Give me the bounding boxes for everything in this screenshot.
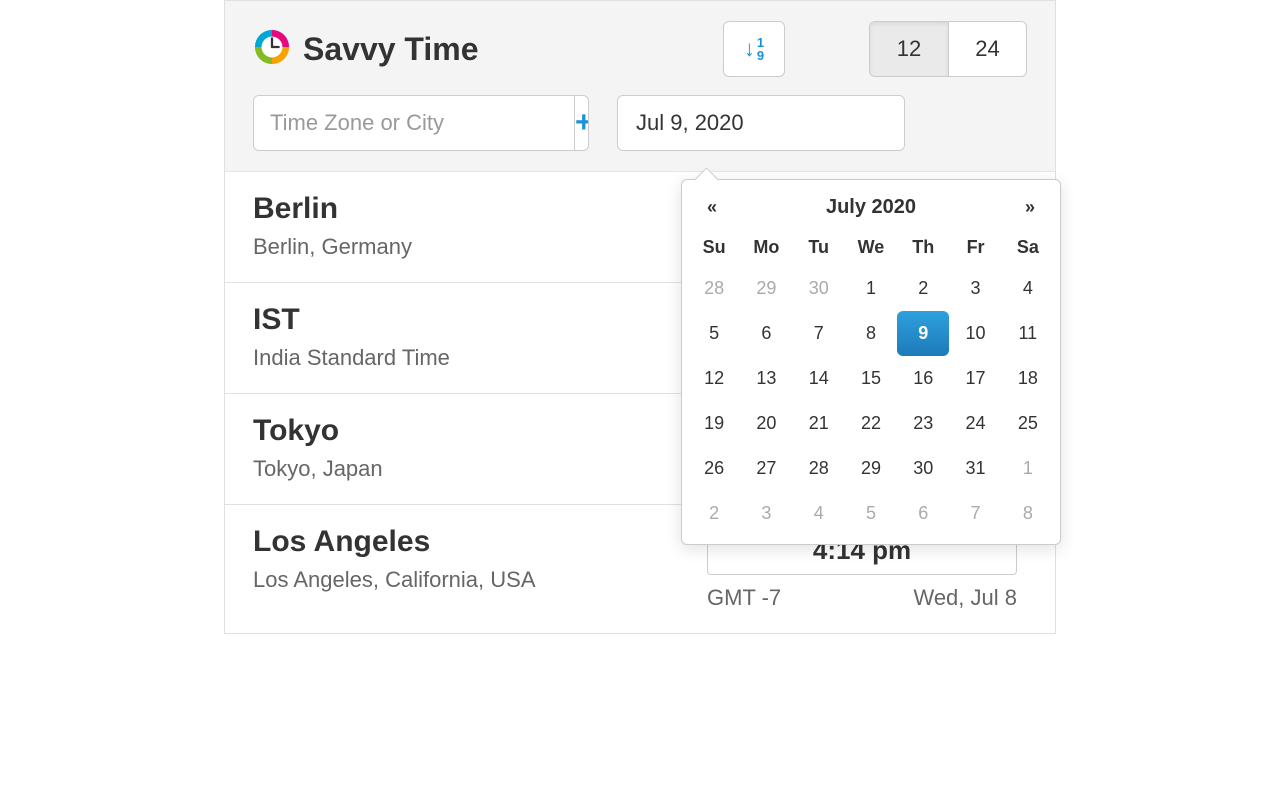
app-container: Savvy Time ↓ 1 9 12 24 (224, 0, 1056, 634)
calendar-day[interactable]: 24 (949, 401, 1001, 446)
zone-sub: India Standard Time (253, 345, 707, 371)
calendar-day[interactable]: 6 (740, 311, 792, 356)
calendar-day[interactable]: 4 (793, 491, 845, 536)
calendar-dow: Su (688, 229, 740, 266)
calendar-dow: Sa (1002, 229, 1054, 266)
calendar-day[interactable]: 27 (740, 446, 792, 491)
calendar-day[interactable]: 28 (688, 266, 740, 311)
calendar-day[interactable]: 20 (740, 401, 792, 446)
zone-city: Los Angeles (253, 525, 707, 559)
logo-icon (253, 28, 291, 71)
calendar-day[interactable]: 14 (793, 356, 845, 401)
sort-button[interactable]: ↓ 1 9 (723, 21, 785, 77)
calendar-day[interactable]: 5 (688, 311, 740, 356)
calendar-day[interactable]: 21 (793, 401, 845, 446)
date-group (617, 95, 905, 151)
calendar-day[interactable]: 8 (1002, 491, 1054, 536)
calendar-day[interactable]: 1 (1002, 446, 1054, 491)
calendar-day[interactable]: 23 (897, 401, 949, 446)
calendar-dow: We (845, 229, 897, 266)
calendar-day[interactable]: 18 (1002, 356, 1054, 401)
format-12-button[interactable]: 12 (870, 22, 948, 76)
zone-sub: Los Angeles, California, USA (253, 567, 707, 593)
zone-city: Tokyo (253, 414, 707, 448)
logo-text: Savvy Time (303, 31, 479, 68)
calendar-day[interactable]: 2 (688, 491, 740, 536)
calendar-day[interactable]: 28 (793, 446, 845, 491)
calendar-day[interactable]: 3 (740, 491, 792, 536)
calendar-day[interactable]: 29 (845, 446, 897, 491)
calendar-day[interactable]: 15 (845, 356, 897, 401)
calendar-dow: Tu (793, 229, 845, 266)
search-input[interactable] (254, 96, 574, 150)
format-24-button[interactable]: 24 (948, 22, 1026, 76)
add-button[interactable]: + (574, 96, 589, 150)
date-input[interactable] (618, 96, 905, 150)
sort-arrow-icon: ↓ (744, 36, 755, 62)
calendar-next-button[interactable]: » (1018, 197, 1042, 218)
zone-sub: Berlin, Germany (253, 234, 707, 260)
calendar-day[interactable]: 11 (1002, 311, 1054, 356)
search-group: + (253, 95, 589, 151)
logo: Savvy Time (253, 28, 709, 71)
calendar-day[interactable]: 29 (740, 266, 792, 311)
plus-icon: + (575, 106, 589, 140)
calendar-dow: Mo (740, 229, 792, 266)
calendar-day[interactable]: 7 (949, 491, 1001, 536)
calendar-day[interactable]: 12 (688, 356, 740, 401)
header-top: Savvy Time ↓ 1 9 12 24 (253, 21, 1027, 77)
zone-date: Wed, Jul 8 (913, 585, 1017, 611)
calendar-dow: Fr (949, 229, 1001, 266)
calendar-grid: SuMoTuWeThFrSa28293012345678910111213141… (688, 229, 1054, 536)
calendar-day[interactable]: 30 (793, 266, 845, 311)
header: Savvy Time ↓ 1 9 12 24 (225, 1, 1055, 172)
calendar-popup: « July 2020 » SuMoTuWeThFrSa282930123456… (681, 179, 1061, 545)
calendar-day[interactable]: 5 (845, 491, 897, 536)
calendar-day[interactable]: 8 (845, 311, 897, 356)
calendar-day[interactable]: 10 (949, 311, 1001, 356)
calendar-day[interactable]: 26 (688, 446, 740, 491)
calendar-day[interactable]: 3 (949, 266, 1001, 311)
calendar-day[interactable]: 4 (1002, 266, 1054, 311)
calendar-day[interactable]: 9 (897, 311, 949, 356)
header-bottom: + (253, 95, 1027, 151)
calendar-day[interactable]: 2 (897, 266, 949, 311)
calendar-day[interactable]: 22 (845, 401, 897, 446)
zone-sub: Tokyo, Japan (253, 456, 707, 482)
time-format-toggle: 12 24 (869, 21, 1027, 77)
sort-digits: 1 9 (757, 36, 764, 62)
calendar-day[interactable]: 19 (688, 401, 740, 446)
calendar-day[interactable]: 13 (740, 356, 792, 401)
calendar-day[interactable]: 31 (949, 446, 1001, 491)
calendar-title: July 2020 (826, 196, 916, 219)
zone-city: IST (253, 303, 707, 337)
calendar-day[interactable]: 1 (845, 266, 897, 311)
zone-gmt: GMT -7 (707, 585, 781, 611)
calendar-day[interactable]: 6 (897, 491, 949, 536)
calendar-prev-button[interactable]: « (700, 197, 724, 218)
zone-city: Berlin (253, 192, 707, 226)
calendar-day[interactable]: 16 (897, 356, 949, 401)
calendar-day[interactable]: 7 (793, 311, 845, 356)
calendar-day[interactable]: 17 (949, 356, 1001, 401)
calendar-day[interactable]: 30 (897, 446, 949, 491)
calendar-day[interactable]: 25 (1002, 401, 1054, 446)
calendar-dow: Th (897, 229, 949, 266)
